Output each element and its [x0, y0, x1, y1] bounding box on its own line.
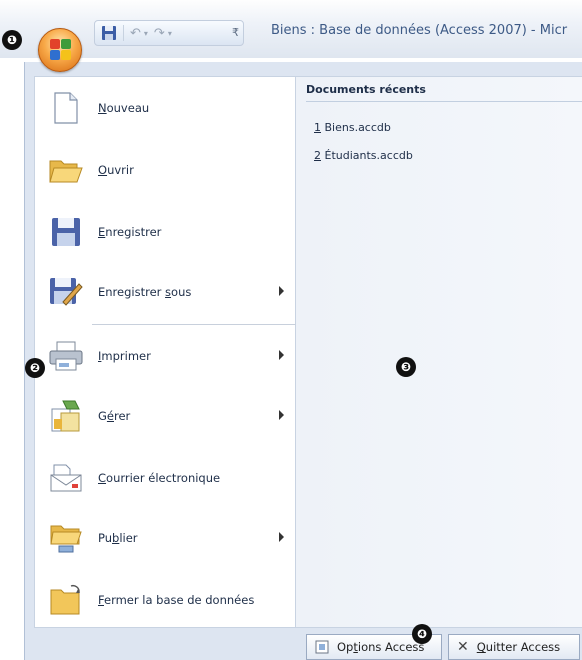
office-logo-icon: [50, 39, 72, 61]
recent-documents-header: Documents récents: [306, 83, 582, 102]
redo-dropdown-icon[interactable]: ▾: [168, 29, 172, 38]
options-access-label: Options Access: [337, 640, 425, 654]
recent-item-2[interactable]: 2 Étudiants.accdb: [314, 149, 413, 162]
manage-icon: [48, 398, 84, 434]
close-database-icon: [48, 582, 84, 618]
recent-documents-panel: Documents récents 1 Biens.accdb 2 Étudia…: [296, 76, 582, 628]
customize-toolbar-icon[interactable]: ₹: [232, 26, 239, 39]
quick-access-toolbar: ↶ ▾ ↷ ▾: [94, 20, 244, 46]
redo-icon[interactable]: ↷: [154, 23, 165, 43]
menu-item-imprimer[interactable]: Imprimer: [48, 328, 296, 384]
callout-1: ❶: [2, 30, 22, 50]
email-icon: [48, 460, 84, 496]
office-button[interactable]: [38, 28, 82, 72]
submenu-arrow-icon: [279, 350, 284, 360]
title-bar: ↶ ▾ ↷ ▾ ₹ Biens : Base de données (Acces…: [0, 0, 582, 58]
close-icon: ✕: [457, 639, 469, 655]
save-icon: [48, 214, 84, 250]
menu-item-enregistrer[interactable]: Enregistrer: [48, 204, 296, 260]
submenu-arrow-icon: [279, 286, 284, 296]
undo-icon[interactable]: ↶: [130, 23, 141, 43]
save-icon[interactable]: [101, 23, 117, 43]
menu-item-publier[interactable]: Publier: [48, 510, 296, 566]
quit-access-label: Quitter Access: [476, 640, 561, 654]
recent-item-1[interactable]: 1 Biens.accdb: [314, 121, 391, 134]
undo-dropdown-icon[interactable]: ▾: [144, 29, 148, 38]
callout-3: ❸: [396, 357, 416, 377]
callout-2: ❷: [25, 358, 45, 378]
options-icon: [315, 640, 329, 654]
printer-icon: [48, 338, 84, 374]
menu-item-enregistrer-sous[interactable]: Enregistrer sous: [48, 264, 296, 320]
menu-item-gerer[interactable]: Gérer: [48, 388, 296, 444]
menu-item-fermer[interactable]: Fermer la base de données: [48, 572, 296, 628]
submenu-arrow-icon: [279, 532, 284, 542]
menu-item-ouvrir[interactable]: Ouvrir: [48, 142, 296, 198]
callout-4: ❹: [412, 624, 432, 644]
new-document-icon: [48, 90, 84, 126]
menu-item-courrier[interactable]: Courrier électronique: [48, 450, 296, 506]
menu-separator: [92, 324, 296, 325]
open-folder-icon: [48, 152, 84, 188]
publish-icon: [48, 520, 84, 556]
menu-item-nouveau[interactable]: Nouveau: [48, 80, 296, 136]
window-title: Biens : Base de données (Access 2007) - …: [271, 23, 568, 38]
submenu-arrow-icon: [279, 410, 284, 420]
quit-access-button[interactable]: ✕ Quitter Access: [448, 634, 580, 660]
save-as-icon: [48, 274, 84, 310]
